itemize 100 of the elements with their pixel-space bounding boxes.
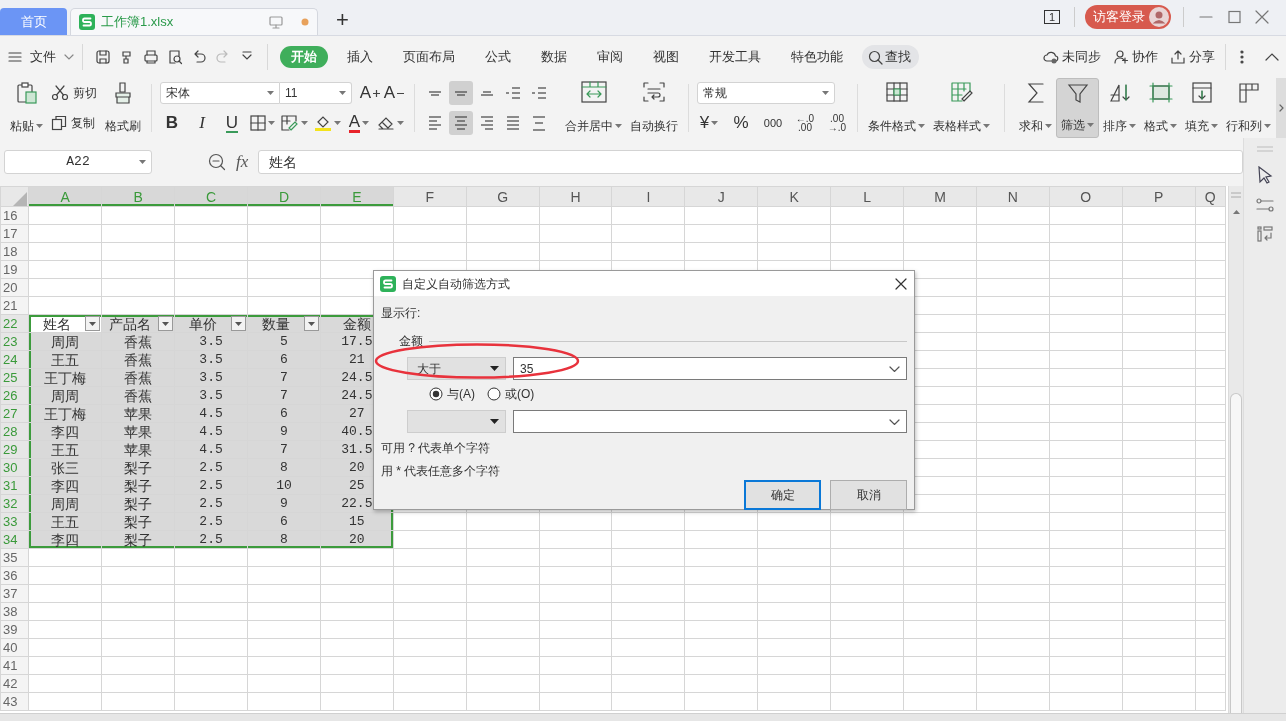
font-color-button[interactable]: A [347,111,371,135]
column-header[interactable]: Q [1195,186,1226,207]
login-button[interactable]: 访客登录 [1085,5,1171,29]
cut-button[interactable]: 剪切 [51,84,97,102]
tool-button[interactable]: 格式 [1140,78,1181,138]
grip-icon[interactable] [1257,146,1273,152]
tool-button[interactable]: 填充 [1181,78,1222,138]
radio-icon[interactable] [429,387,443,401]
menu-icon [8,51,22,63]
merge-cells-icon [580,81,607,103]
search-button[interactable]: 查找 [862,45,919,69]
tool-button[interactable]: 条件格式 [864,78,929,138]
close-icon[interactable] [894,276,908,291]
new-tab-button[interactable]: + [336,5,349,35]
table-cell-text: 数量 [260,315,291,332]
column-header[interactable]: O [1049,186,1123,207]
filter-dropdown-button[interactable] [85,316,101,331]
ribbon-tab[interactable]: 视图 [642,46,690,68]
name-box[interactable]: A22 [4,150,152,174]
percent-button[interactable]: % [729,111,753,135]
formula-field[interactable]: 姓名 [258,150,1243,174]
currency-button[interactable]: ¥ [697,111,721,135]
bold-button[interactable]: B [160,111,184,135]
toolbar-button[interactable]: 分享 [1170,47,1215,67]
filter-dropdown-button[interactable] [303,316,319,331]
thousands-button[interactable]: 000 [761,111,785,135]
layout-icon[interactable] [1257,226,1273,242]
toolbar-button[interactable]: 未同步 [1043,47,1101,67]
horizontal-scrollbar[interactable] [0,713,1286,721]
paint-bucket-icon [314,114,332,132]
logic-option[interactable]: 与(A) [429,385,475,403]
italic-button[interactable]: I [190,111,214,135]
tool-button[interactable]: 求和 [1015,78,1056,138]
font-name-select[interactable]: 宋体 [160,82,280,104]
file-menu-button[interactable]: 文件 [8,47,74,67]
filter-dropdown-button[interactable] [231,316,246,331]
share-icon [1170,49,1186,65]
sliders-icon[interactable] [1256,198,1274,212]
tool-button[interactable]: 筛选 [1056,78,1099,138]
increase-decimal-button[interactable]: ←.0 .00 [793,111,817,135]
value-combo-field[interactable] [513,410,907,433]
ok-button[interactable]: 确定 [744,480,821,510]
cursor-icon[interactable] [1257,166,1273,184]
wrap-text-button[interactable]: 自动换行 [626,78,682,138]
ribbon-tab[interactable]: 开发工具 [698,46,772,68]
logic-option[interactable]: 或(O) [487,385,535,403]
eraser-icon [377,115,395,131]
toolbar-button[interactable]: 协作 [1113,47,1158,67]
column-header[interactable]: I [611,186,685,207]
ribbon-tab[interactable]: 数据 [530,46,578,68]
merge-center-button[interactable]: 合并居中 [561,78,626,138]
radio-icon[interactable] [487,387,501,401]
fill-down-icon [1189,81,1214,105]
increase-font-button[interactable]: A [358,81,382,105]
operator-select[interactable]: 大于 [407,357,506,380]
save-icon[interactable] [95,49,111,65]
print-icon[interactable] [143,49,159,65]
column-header[interactable]: H [539,186,612,207]
plus-icon [373,89,381,97]
table-cell-text: 姓名 [42,315,73,332]
filter-dropdown-button[interactable] [158,316,174,331]
zoom-out-icon[interactable] [208,153,226,171]
ribbon-tab[interactable]: 插入 [336,46,384,68]
column-header[interactable]: M [903,186,977,207]
caret-icon [162,321,170,326]
print-preview-icon[interactable] [167,49,183,65]
font-size-select[interactable]: 11 [280,82,352,104]
cancel-button[interactable]: 取消 [830,480,907,510]
decrease-font-button[interactable]: A [382,81,406,105]
number-format-select[interactable]: 常规 [697,82,835,104]
column-header[interactable]: L [830,186,904,207]
avatar-icon [1149,7,1169,27]
scroll-grip-icon[interactable] [1231,192,1241,198]
scroll-up-icon[interactable] [1232,210,1240,214]
ribbon-tab[interactable]: 审阅 [586,46,634,68]
decrease-decimal-button[interactable]: .00 →.0 [825,111,849,135]
tool-button[interactable]: 行和列 [1222,78,1275,138]
format-painter-button[interactable]: 格式刷 [101,78,145,138]
document-tab[interactable]: 工作簿1.xlsx [70,8,318,35]
ribbon-tab[interactable]: 公式 [474,46,522,68]
underline-button[interactable]: U [220,111,244,135]
column-header[interactable]: K [757,186,831,207]
alignment-button[interactable] [449,81,473,105]
column-header[interactable]: N [976,186,1050,207]
column-header[interactable]: P [1122,186,1196,207]
function-label[interactable]: fx [236,149,249,175]
alignment-button[interactable] [449,111,473,135]
ribbon-tab[interactable]: 特色功能 [780,46,854,68]
tool-button[interactable]: 排序 [1099,78,1140,138]
paste-button[interactable]: 粘贴 [6,78,47,138]
column-header[interactable]: G [466,186,540,207]
value-combo-field[interactable]: 35 [513,357,907,380]
scrollbar-thumb[interactable] [1230,393,1242,713]
window-count-button[interactable]: 1 [1043,10,1060,24]
tool-button[interactable]: 表格样式 [929,78,994,138]
column-header[interactable]: J [684,186,758,207]
caret-icon [1211,124,1218,128]
column-header[interactable]: F [393,186,467,207]
copy-button[interactable]: 复制 [51,114,97,132]
ribbon-tab[interactable]: 页面布局 [392,46,466,68]
